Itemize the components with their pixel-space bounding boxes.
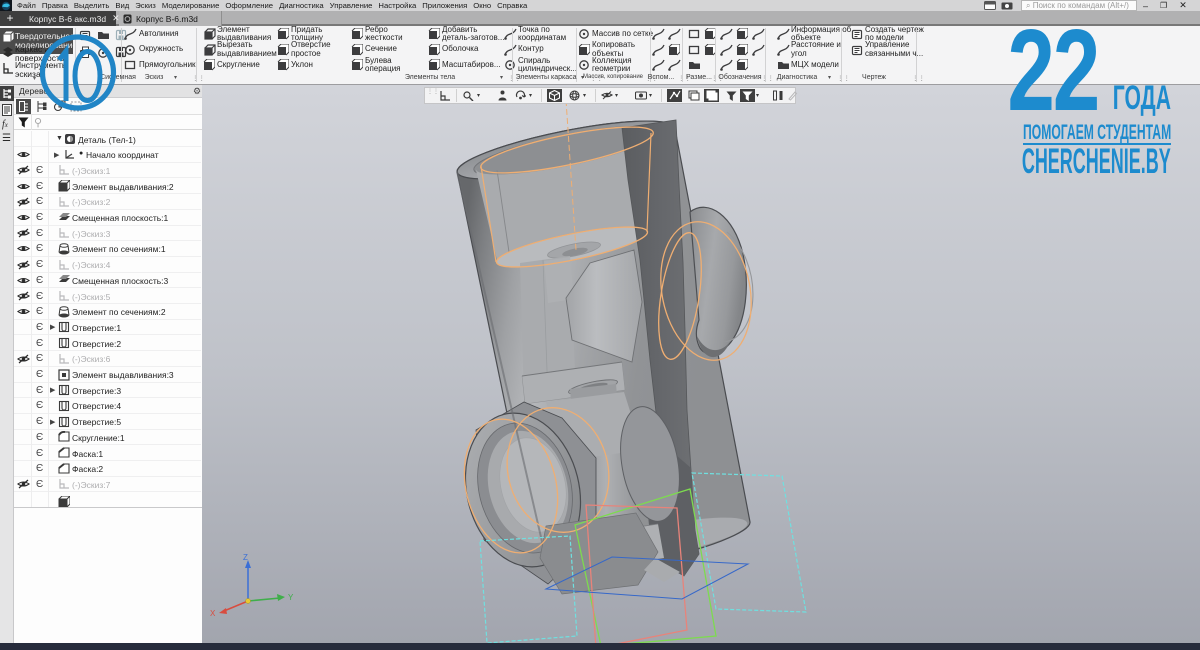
svg-text:Z: Z: [243, 553, 248, 562]
svg-text:Y: Y: [288, 593, 294, 602]
svg-text:X: X: [210, 609, 216, 618]
